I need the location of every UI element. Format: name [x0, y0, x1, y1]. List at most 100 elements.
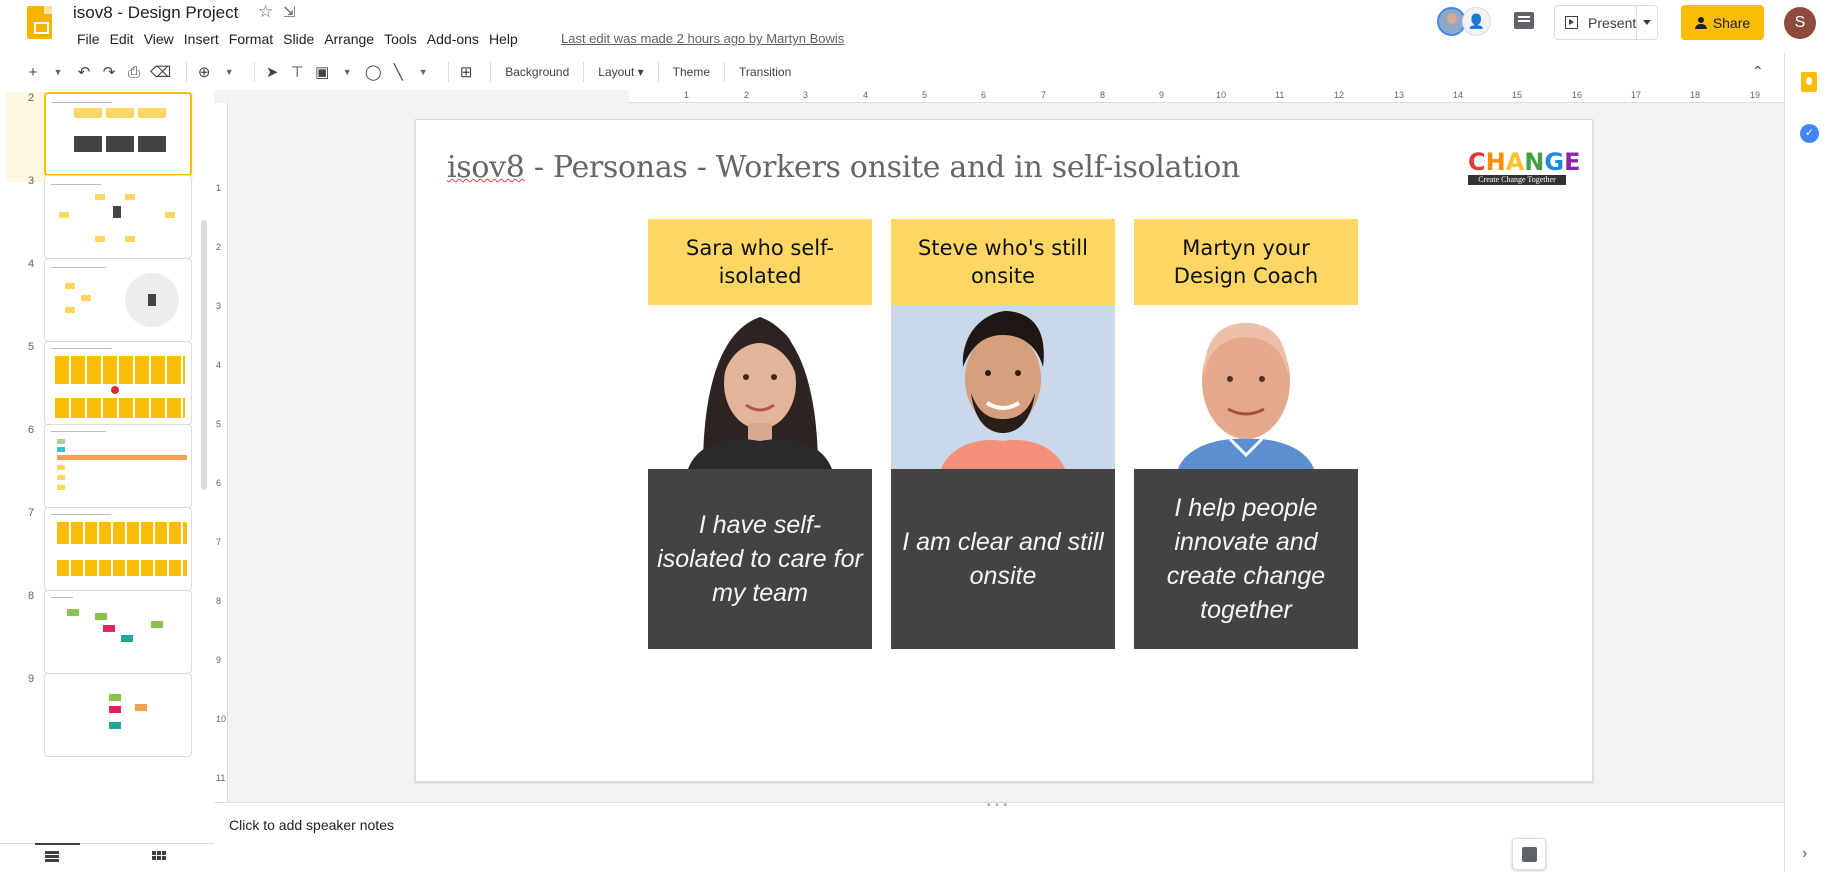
menu-view[interactable]: View: [139, 30, 179, 48]
print-icon[interactable]: ⎙: [125, 64, 143, 81]
current-slide[interactable]: isov8 - Personas - Workers onsite and in…: [415, 119, 1593, 782]
expand-side-panel-icon[interactable]: ›: [1802, 845, 1807, 863]
paint-format-icon[interactable]: ⌫: [150, 63, 171, 81]
explore-icon[interactable]: [1512, 838, 1546, 870]
slide-thumbnail-5[interactable]: [44, 341, 192, 425]
ruler-tick: 18: [1690, 90, 1701, 100]
zoom-icon[interactable]: ⊕: [195, 63, 213, 81]
menu-format[interactable]: Format: [224, 30, 278, 48]
redo-icon[interactable]: ↷: [100, 63, 118, 81]
menu-file[interactable]: File: [72, 30, 105, 48]
menu-help[interactable]: Help: [484, 30, 523, 48]
change-logo[interactable]: CHANGE Create Change Together: [1468, 150, 1581, 185]
slide-title[interactable]: isov8 - Personas - Workers onsite and in…: [447, 150, 1240, 185]
ruler-tick: 9: [1159, 90, 1165, 100]
slide-number: 7: [28, 507, 35, 519]
line-icon[interactable]: ╲: [389, 63, 407, 81]
theme-button[interactable]: Theme: [667, 65, 716, 79]
ruler-tick: 7: [1041, 90, 1047, 100]
persona-card-martyn[interactable]: Martyn your Design Coach I help people i…: [1134, 219, 1358, 649]
transition-button[interactable]: Transition: [733, 65, 797, 79]
line-dropdown-icon[interactable]: ▼: [414, 67, 432, 77]
anonymous-viewer-icon[interactable]: 👤: [1462, 7, 1491, 36]
present-dropdown-icon[interactable]: [1643, 20, 1651, 25]
image-icon[interactable]: ▣: [313, 63, 331, 81]
new-slide-icon[interactable]: +: [24, 64, 42, 81]
slide-thumbnail-9[interactable]: [44, 673, 192, 757]
persona-quote[interactable]: I help people innovate and create change…: [1134, 469, 1358, 649]
thumb-sticky: [57, 439, 65, 444]
slide-thumbnail-3[interactable]: [44, 175, 192, 259]
new-slide-dropdown-icon[interactable]: ▼: [49, 67, 67, 77]
filmstrip-view-toggle: [0, 843, 214, 872]
menu-tools[interactable]: Tools: [379, 30, 422, 48]
speaker-notes[interactable]: • • • Click to add speaker notes: [214, 800, 1784, 872]
last-edit-link[interactable]: Last edit was made 2 hours ago by Martyn…: [561, 31, 844, 46]
menu-slide[interactable]: Slide: [278, 30, 319, 48]
thumb-sticky: [95, 613, 107, 620]
zoom-dropdown-icon[interactable]: ▼: [220, 67, 238, 77]
ruler-tick: 16: [1572, 90, 1583, 100]
horizontal-ruler[interactable]: 1 2 3 4 5 6 7 8 9 10 11 12 13 14 15 16 1…: [629, 90, 1807, 103]
thumb-sticky: [59, 212, 69, 218]
menu-insert[interactable]: Insert: [179, 30, 224, 48]
menu-arrange[interactable]: Arrange: [319, 30, 379, 48]
collapse-menus-icon[interactable]: ⌃: [1752, 63, 1764, 80]
persona-quote[interactable]: I am clear and still onsite: [891, 469, 1115, 649]
app-header: isov8 - Design Project ☆ ⇲ File Edit Vie…: [0, 0, 1831, 52]
layout-button[interactable]: Layout ▾: [592, 65, 649, 79]
speaker-notes-placeholder[interactable]: Click to add speaker notes: [229, 817, 394, 833]
ruler-tick: 7: [216, 537, 222, 547]
menu-bar: File Edit View Insert Format Slide Arran…: [72, 30, 523, 48]
keep-icon[interactable]: [1801, 72, 1817, 92]
persona-photo[interactable]: [891, 305, 1115, 469]
shape-icon[interactable]: ◯: [364, 63, 382, 81]
background-button[interactable]: Background: [499, 65, 575, 79]
persona-name[interactable]: Martyn your Design Coach: [1134, 219, 1358, 305]
persona-quote[interactable]: I have self-isolated to care for my team: [648, 469, 872, 649]
menu-edit[interactable]: Edit: [105, 30, 139, 48]
thumb-sticky-grid: [57, 560, 187, 576]
select-icon[interactable]: ➤: [263, 63, 281, 81]
persona-name[interactable]: Steve who's still onsite: [891, 219, 1115, 305]
star-icon[interactable]: ☆: [258, 2, 273, 22]
slide-filmstrip[interactable]: 2 3 4 5 6 7 8 9: [0, 92, 214, 842]
persona-photo[interactable]: [648, 305, 872, 469]
vertical-ruler[interactable]: 1 2 3 4 5 6 7 8 9 10 11: [214, 103, 228, 803]
comment-history-icon[interactable]: [1514, 12, 1534, 29]
undo-icon[interactable]: ↶: [75, 63, 93, 81]
persona-card-steve[interactable]: Steve who's still onsite I am clear and …: [891, 219, 1115, 649]
slide-thumbnail-2[interactable]: [44, 92, 192, 176]
account-avatar[interactable]: S: [1784, 7, 1816, 39]
filmstrip-scrollbar[interactable]: [201, 220, 207, 490]
thumb-avatar: [148, 294, 156, 306]
add-comment-icon[interactable]: ⊞: [457, 63, 475, 81]
slide-thumbnail-4[interactable]: [44, 258, 192, 342]
slide-number: 5: [28, 341, 35, 353]
share-button[interactable]: Share: [1681, 5, 1764, 40]
thumb-sticky: [67, 609, 79, 616]
slide-title-rest: - Personas - Workers onsite and in self-…: [524, 150, 1241, 185]
text-box-icon[interactable]: ⊤: [288, 63, 306, 81]
slide-number: 9: [28, 673, 35, 685]
persona-name[interactable]: Sara who self-isolated: [648, 219, 872, 305]
slide-thumbnail-8[interactable]: [44, 590, 192, 674]
slides-logo-icon[interactable]: [27, 6, 52, 39]
grid-view-icon[interactable]: [152, 851, 166, 863]
notes-resize-handle[interactable]: • • •: [987, 800, 1008, 811]
ruler-tick: 2: [216, 242, 222, 252]
image-dropdown-icon[interactable]: ▼: [338, 67, 356, 77]
toolbar-divider: [254, 62, 256, 82]
ruler-tick: 14: [1453, 90, 1464, 100]
tasks-icon[interactable]: ✓: [1800, 124, 1819, 143]
persona-photo[interactable]: [1134, 305, 1358, 469]
persona-card-sara[interactable]: Sara who self-isolated I have self-isola…: [648, 219, 872, 649]
ruler-tick: 12: [1334, 90, 1345, 100]
menu-add-ons[interactable]: Add-ons: [422, 30, 484, 48]
document-title[interactable]: isov8 - Design Project: [73, 3, 238, 23]
present-button[interactable]: Present: [1554, 5, 1658, 40]
slide-thumbnail-6[interactable]: [44, 424, 192, 508]
filmstrip-view-icon[interactable]: [45, 851, 59, 862]
move-to-folder-icon[interactable]: ⇲: [283, 3, 296, 21]
slide-thumbnail-7[interactable]: [44, 507, 192, 591]
